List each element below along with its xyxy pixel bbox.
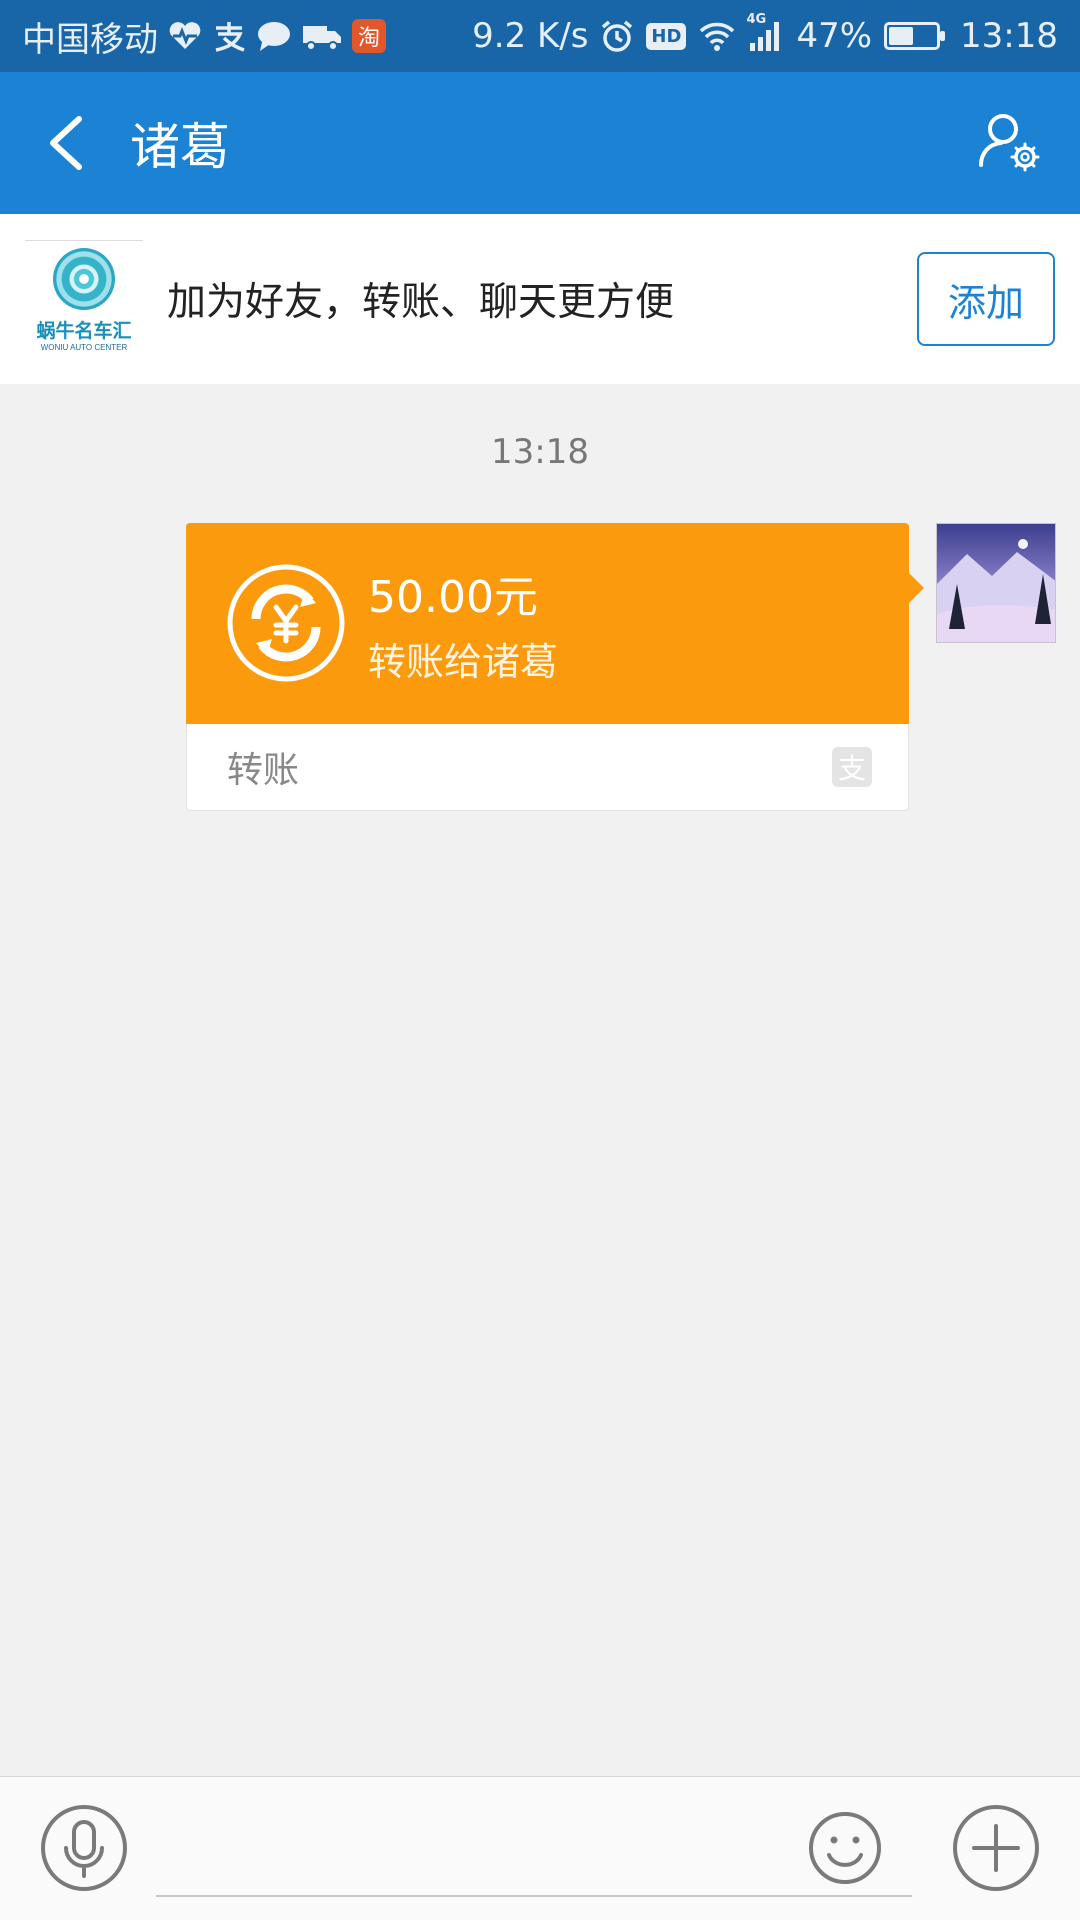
profile-settings-button[interactable]: [950, 72, 1070, 214]
logo-name-en: WONIU AUTO CENTER: [40, 342, 128, 352]
hd-badge: HD: [646, 22, 687, 50]
more-actions-button[interactable]: [952, 1804, 1040, 1892]
voice-button[interactable]: [40, 1804, 128, 1892]
plus-icon: [953, 1805, 1039, 1891]
bubble-tail: [909, 573, 924, 603]
add-friend-button[interactable]: 添加: [917, 252, 1055, 346]
page-title: 诸葛: [130, 118, 230, 176]
emoji-icon: [809, 1812, 881, 1884]
status-right: 9.2 K/s HD 4G 47% 13:18: [472, 12, 1058, 56]
title-bar: 诸葛: [0, 72, 1080, 214]
microphone-icon: [41, 1805, 127, 1891]
taobao-icon: 淘: [352, 19, 386, 53]
battery-fill: [889, 27, 913, 45]
battery-icon: [884, 22, 946, 50]
transfer-message-card[interactable]: 50.00元 转账给诸葛 转账 支: [186, 523, 924, 811]
transfer-type-label: 转账: [227, 750, 300, 791]
yuan-transfer-icon: [227, 564, 345, 682]
battery-percent: 47%: [796, 16, 873, 56]
profile-settings-icon: [979, 114, 1040, 172]
avatar-image: [937, 524, 1055, 642]
emoji-button[interactable]: [808, 1811, 882, 1885]
alipay-icon: [212, 16, 246, 56]
chat-bubble-icon: [256, 16, 292, 56]
wifi-icon: [698, 16, 736, 56]
status-left: 中国移动 淘: [22, 12, 386, 61]
truck-icon: [302, 16, 342, 56]
network-type: 4G: [746, 12, 767, 27]
status-bar: 中国移动 淘 9.2 K/s HD 4G 47% 13:18: [0, 0, 1080, 72]
user-avatar[interactable]: [936, 523, 1056, 643]
transfer-description: 转账给诸葛: [368, 640, 559, 684]
transfer-card-header: 50.00元 转账给诸葛: [186, 523, 909, 724]
alarm-icon: [600, 16, 634, 56]
add-friend-banner: 蜗牛名车汇 WONIU AUTO CENTER 加为好友，转账、聊天更方便 添加: [0, 214, 1080, 384]
clock: 13:18: [960, 16, 1058, 56]
alipay-icon: 支: [832, 747, 872, 787]
add-friend-prompt: 加为好友，转账、聊天更方便: [167, 280, 675, 325]
carrier-name: 中国移动: [22, 19, 158, 60]
contact-logo: 蜗牛名车汇 WONIU AUTO CENTER: [25, 240, 143, 358]
chat-timestamp: 13:18: [491, 432, 589, 472]
signal-icon: 4G: [746, 12, 784, 56]
logo-swirl-icon: [53, 247, 115, 310]
transfer-card-footer: 转账 支: [186, 724, 909, 811]
chat-input-bar: [0, 1776, 1080, 1920]
message-input[interactable]: [156, 1797, 912, 1897]
back-button[interactable]: [10, 72, 120, 214]
back-arrow-icon: [50, 116, 82, 170]
logo-name-cn: 蜗牛名车汇: [36, 319, 132, 342]
transfer-amount: 50.00元: [368, 572, 538, 623]
heart-pulse-icon: [168, 16, 202, 56]
net-speed: 9.2 K/s: [472, 16, 589, 56]
